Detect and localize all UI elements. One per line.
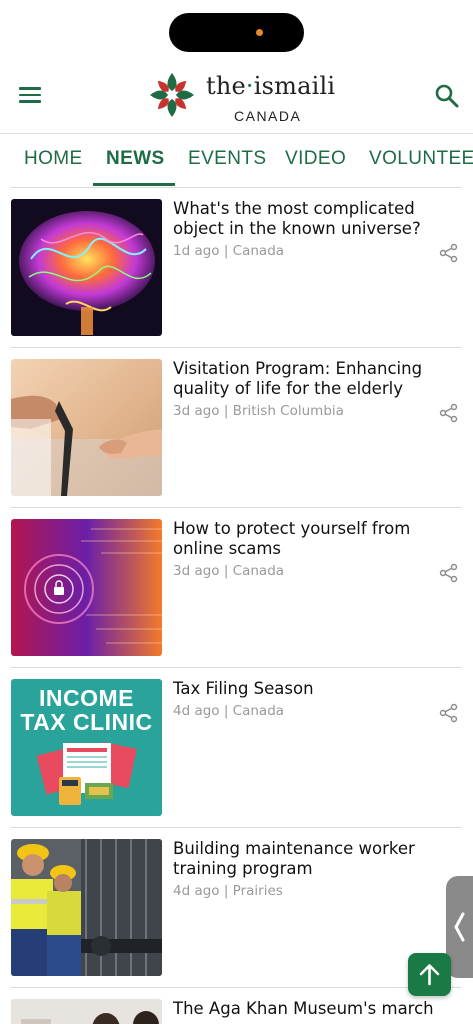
ismaili-emblem-icon (150, 73, 194, 117)
tab-video[interactable]: VIDEO (285, 148, 346, 170)
article-title[interactable]: How to protect yourself from online scam… (173, 519, 443, 559)
section-tabs: HOME NEWS EVENTS VIDEO VOLUNTEER (0, 134, 473, 186)
share-icon[interactable] (439, 403, 459, 423)
neon-brain-image (11, 199, 162, 336)
brand-region: CANADA (234, 108, 302, 124)
article-card[interactable]: INCOME TAX CLINIC Tax Filing Season 4d a… (10, 668, 462, 828)
hamburger-menu-icon[interactable] (18, 84, 42, 106)
article-card[interactable]: Building maintenance worker training pro… (10, 828, 462, 988)
article-meta: 3d ago | Canada (173, 563, 285, 579)
article-meta: 4d ago | Canada (173, 703, 285, 719)
share-icon[interactable] (439, 563, 459, 583)
article-title[interactable]: The Aga Khan Museum's march (173, 999, 443, 1019)
share-icon[interactable] (439, 243, 459, 263)
tab-news[interactable]: NEWS (106, 148, 165, 170)
app-header: the·ismaili CANADA (0, 60, 473, 132)
article-meta: 3d ago | British Columbia (173, 403, 344, 419)
tab-volunteer[interactable]: VOLUNTEER (369, 148, 473, 170)
search-icon[interactable] (433, 82, 461, 110)
article-meta: 1d ago | Canada (173, 243, 285, 259)
cyber-security-lock-image (11, 519, 162, 656)
news-page: the·ismaili CANADA HOME NEWS EVENTS VIDE… (0, 0, 473, 1024)
article-title[interactable]: Building maintenance worker training pro… (173, 839, 443, 879)
income-tax-clinic-image: INCOME TAX CLINIC (11, 679, 162, 816)
article-card[interactable]: What's the most complicated object in th… (10, 188, 462, 348)
article-card[interactable]: How to protect yourself from online scam… (10, 508, 462, 668)
article-title[interactable]: Visitation Program: Enhancing quality of… (173, 359, 443, 399)
arrow-up-icon (419, 964, 440, 986)
scroll-to-top-button[interactable] (408, 953, 451, 996)
active-tab-indicator (93, 183, 175, 186)
camera-island (169, 13, 304, 52)
museum-people-image (11, 999, 162, 1024)
brand-name: the·ismaili (206, 72, 336, 100)
share-icon[interactable] (439, 703, 459, 723)
article-card[interactable]: Visitation Program: Enhancing quality of… (10, 348, 462, 508)
tab-home[interactable]: HOME (24, 148, 83, 170)
tab-events[interactable]: EVENTS (188, 148, 266, 170)
article-title[interactable]: What's the most complicated object in th… (173, 199, 443, 239)
article-card[interactable]: The Aga Khan Museum's march (10, 988, 462, 1024)
workers-hard-hats-image (11, 839, 162, 976)
article-title[interactable]: Tax Filing Season (173, 679, 443, 699)
article-meta: 4d ago | Prairies (173, 883, 283, 899)
camera-indicator-dot (256, 29, 263, 36)
helping-hands-cane-image (11, 359, 162, 496)
the-ismaili-canada-logo[interactable]: the·ismaili CANADA (148, 68, 338, 128)
